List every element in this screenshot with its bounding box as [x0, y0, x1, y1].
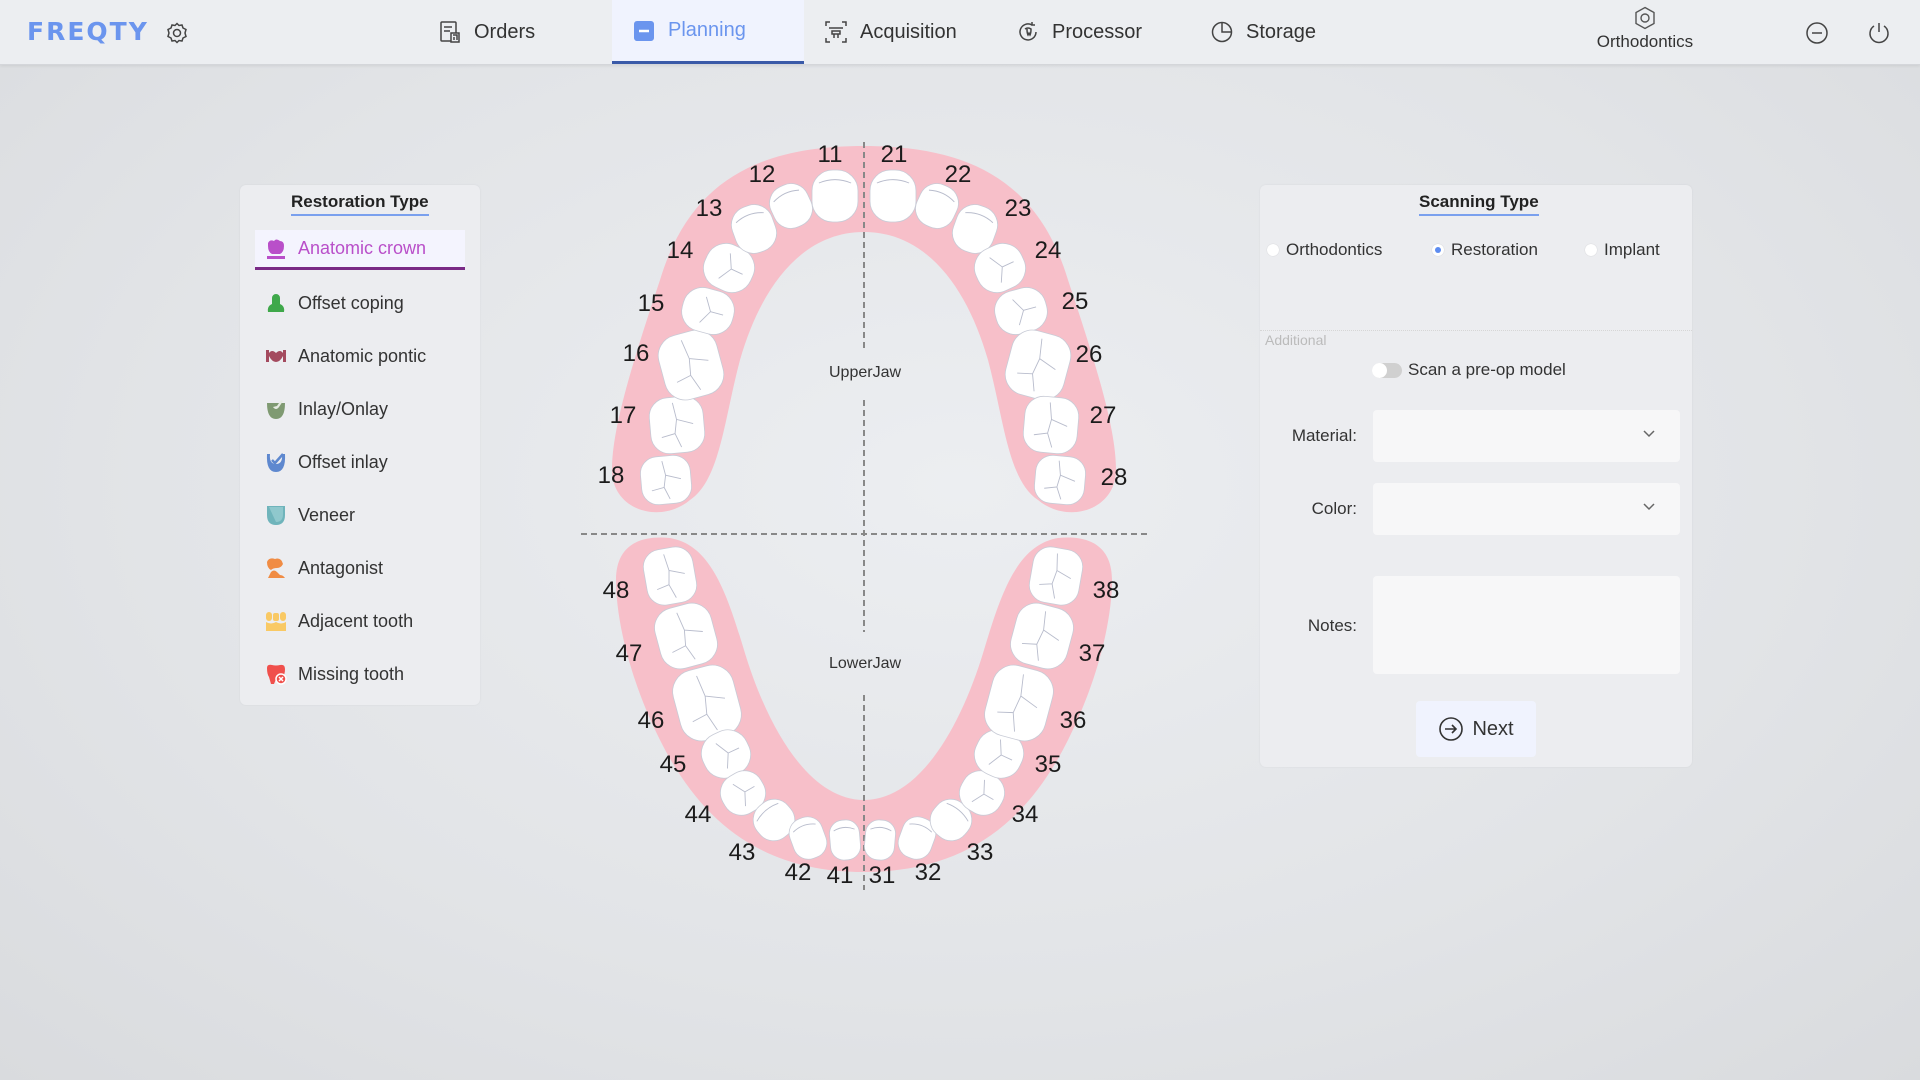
radio-dot [1267, 244, 1279, 256]
tooth-number-label: 32 [914, 859, 942, 886]
tooth-11[interactable] [811, 169, 859, 223]
tooth-17[interactable] [648, 395, 707, 455]
radio-label: Implant [1604, 240, 1660, 259]
tooth-number-label: 37 [1078, 640, 1106, 667]
tooth-crown[interactable] [639, 454, 693, 506]
tooth-number-label: 44 [684, 801, 712, 828]
scanning-type-panel: Scanning Type Orthodontics Restoration I… [1260, 185, 1692, 767]
tooth-number-label: 23 [1004, 195, 1032, 222]
tooth-crown[interactable] [869, 169, 917, 223]
tooth-number-label: 42 [784, 859, 812, 886]
tooth-number-label: 31 [868, 862, 896, 889]
tooth-number-label: 13 [695, 195, 723, 222]
tooth-number-label: 33 [966, 839, 994, 866]
radio-restoration[interactable]: Restoration [1432, 240, 1538, 260]
tooth-21[interactable] [869, 169, 917, 223]
lower-jaw-label: LowerJaw [828, 655, 902, 672]
scan-preop-label: Scan a pre-op model [1408, 360, 1566, 379]
notes-textarea[interactable] [1373, 576, 1680, 674]
tooth-crown[interactable] [811, 169, 859, 223]
radio-implant[interactable]: Implant [1585, 240, 1660, 260]
tooth-number-label: 48 [602, 577, 630, 604]
arrow-right-circle-icon [1439, 717, 1464, 741]
tooth-31[interactable] [863, 819, 896, 861]
tooth-crown[interactable] [828, 819, 861, 861]
radio-label: Restoration [1451, 240, 1538, 259]
tooth-number-label: 14 [666, 237, 694, 264]
upper-gum [612, 146, 1116, 513]
upper-jaw-label: UpperJaw [828, 364, 902, 381]
tooth-number-label: 36 [1059, 707, 1087, 734]
color-label: Color: [1311, 499, 1357, 518]
tooth-crown[interactable] [1033, 454, 1087, 506]
tooth-number-label: 27 [1089, 402, 1117, 429]
scan-preop-toggle[interactable]: Scan a pre-op model [1372, 360, 1566, 380]
tooth-number-label: 22 [944, 161, 972, 188]
radio-orthodontics[interactable]: Orthodontics [1267, 240, 1382, 260]
tooth-number-label: 24 [1034, 237, 1062, 264]
tooth-number-label: 47 [615, 640, 643, 667]
tooth-number-label: 21 [880, 141, 908, 168]
chevron-down-icon [1643, 503, 1655, 511]
tooth-number-label: 38 [1092, 577, 1120, 604]
tooth-41[interactable] [828, 819, 861, 861]
chevron-down-icon [1643, 430, 1655, 438]
tooth-27[interactable] [1022, 395, 1081, 455]
radio-label: Orthodontics [1286, 240, 1383, 259]
tooth-number-label: 26 [1075, 341, 1103, 368]
tooth-number-label: 34 [1011, 801, 1039, 828]
tooth-number-label: 16 [622, 340, 650, 367]
additional-label: Additional [1265, 332, 1327, 348]
radio-dot [1432, 244, 1444, 256]
scanning-type-title: Scanning Type [1419, 192, 1539, 216]
tooth-number-label: 43 [728, 839, 756, 866]
tooth-number-label: 12 [748, 161, 776, 188]
section-divider [1260, 330, 1692, 331]
tooth-number-label: 46 [637, 707, 665, 734]
color-select[interactable] [1373, 483, 1680, 535]
toggle-switch[interactable] [1372, 362, 1402, 378]
tooth-number-label: 28 [1100, 464, 1128, 491]
tooth-number-label: 15 [637, 290, 665, 317]
radio-dot [1585, 244, 1597, 256]
tooth-crown[interactable] [863, 819, 896, 861]
tooth-number-label: 18 [597, 462, 625, 489]
notes-label: Notes: [1307, 616, 1357, 635]
tooth-18[interactable] [639, 454, 693, 506]
next-button[interactable]: Next [1416, 701, 1536, 757]
material-select[interactable] [1373, 410, 1680, 462]
material-label: Material: [1291, 426, 1357, 445]
tooth-number-label: 35 [1034, 751, 1062, 778]
tooth-number-label: 25 [1061, 288, 1089, 315]
tooth-number-label: 45 [659, 751, 687, 778]
tooth-number-label: 41 [826, 862, 854, 889]
tooth-crown[interactable] [648, 395, 707, 455]
tooth-28[interactable] [1033, 454, 1087, 506]
next-label: Next [1472, 717, 1514, 740]
tooth-number-label: 11 [817, 141, 843, 168]
tooth-number-label: 17 [609, 402, 637, 429]
